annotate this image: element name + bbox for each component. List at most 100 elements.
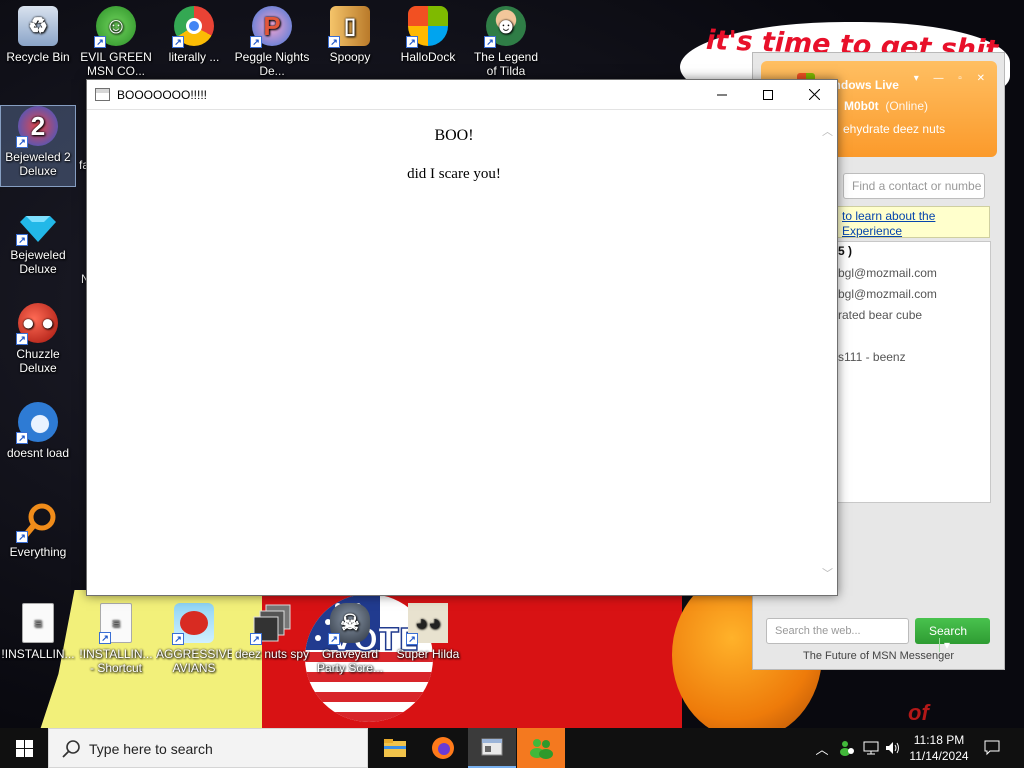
desktop-icon-label: Spoopy	[329, 50, 371, 64]
desktop-icon-label: Graveyard Party Scre...	[316, 647, 384, 675]
desktop-icon-bejeweled-2[interactable]: 2 ↗ Bejeweled 2 Deluxe	[0, 105, 76, 187]
msn-web-search-input[interactable]: Search the web...	[766, 618, 909, 644]
desktop-icon-spoopy[interactable]: ▯ ↗ Spoopy	[312, 6, 388, 64]
msn-footer[interactable]: The Future of MSN Messenger	[753, 650, 1004, 662]
taskbar-file-explorer[interactable]	[371, 728, 419, 768]
volume-icon	[886, 742, 899, 754]
desktop-icon-label: Chuzzle Deluxe	[16, 347, 60, 375]
msn-username[interactable]: M0b0t (Online)	[844, 99, 928, 113]
maximize-button[interactable]	[745, 80, 791, 109]
desktop-icon-label: HalloDock	[400, 50, 456, 64]
windows-start-icon	[15, 739, 33, 757]
msn-contact-item[interactable]: bgl@mozmail.com	[838, 287, 937, 301]
msn-contact-item[interactable]: rated bear cube	[838, 308, 922, 322]
boo-heading: BOO!	[434, 127, 474, 144]
msn-contact-item[interactable]: bgl@mozmail.com	[838, 266, 937, 280]
desktop-icon-label: AGGRESSIVE AVIANS	[156, 647, 232, 675]
msn-window-controls[interactable]: ▾ — ▫ ✕	[914, 73, 991, 84]
shortcut-arrow-icon: ↗	[16, 531, 28, 543]
chevron-up-icon: ︿	[815, 741, 829, 757]
msn-buddy-icon	[840, 741, 854, 756]
msn-banner-line2[interactable]: Experience	[842, 224, 983, 239]
desktop-icon-installing-shortcut[interactable]: ≡ ↗ !INSTALLIN... - Shortcut	[78, 603, 154, 675]
diamond-icon: ↗	[16, 204, 58, 246]
taskbar: Type here to search ︿ 11:18 PM 11/14/202…	[0, 728, 1024, 768]
msn-online-status: (Online)	[885, 99, 929, 113]
file-explorer-icon	[384, 739, 406, 757]
tray-volume[interactable]	[883, 728, 903, 768]
desktop-icon-super-hilda[interactable]: ◕◕ ↗ Super Hilda	[390, 603, 466, 661]
shortcut-arrow-icon: ↗	[16, 136, 28, 148]
taskbar-firefox[interactable]	[419, 728, 467, 768]
desktop-icon-label: Super Hilda	[396, 647, 460, 661]
desktop-icon-chuzzle[interactable]: ● ● ↗ Chuzzle Deluxe	[0, 303, 76, 375]
scare-message: did I scare you!	[407, 166, 501, 182]
msn-info-banner[interactable]: to learn about the Experience	[833, 206, 990, 238]
minimize-button[interactable]	[699, 80, 745, 109]
desktop-icon-installing[interactable]: ≡ !INSTALLIN...	[0, 603, 76, 661]
msn-find-contact-input[interactable]: Find a contact or numbe	[843, 173, 985, 199]
window-app-icon	[481, 738, 503, 756]
recycle-bin-icon: ♻	[18, 6, 58, 46]
document-icon: ≡	[22, 603, 54, 643]
desktop-icon-peggle-nights[interactable]: P ↗ Peggle Nights De...	[234, 6, 310, 78]
shortcut-arrow-icon: ↗	[172, 36, 184, 48]
tilda-icon: ☻ ↗	[484, 6, 526, 48]
search-icon	[62, 740, 80, 758]
msn-banner-line1[interactable]: to learn about the	[842, 209, 983, 224]
tray-show-hidden-icons[interactable]: ︿	[812, 728, 832, 768]
thunderbird-icon: ↗	[16, 402, 58, 444]
vertical-scrollbar[interactable]: ︿ ﹀	[819, 111, 837, 595]
scroll-up-icon[interactable]: ︿	[822, 123, 834, 138]
close-button[interactable]	[791, 80, 837, 109]
chrome-icon: ↗	[172, 6, 214, 48]
desktop-icon-evil-green-msn[interactable]: ☺ ↗ EVIL GREEN MSN CO...	[78, 6, 154, 78]
taskbar-clock[interactable]: 11:18 PM 11/14/2024	[902, 732, 976, 764]
desktop-icon-literally[interactable]: ↗ literally ...	[156, 6, 232, 64]
desktop-icon-deez-nuts-spy[interactable]: ↗ deez nuts spy	[234, 603, 310, 661]
maximize-icon	[763, 89, 773, 100]
windows-logo-icon: ↗	[406, 6, 448, 48]
desktop-icon-graveyard-party[interactable]: ☠ ↗ Graveyard Party Scre...	[312, 603, 388, 675]
taskbar-search-box[interactable]: Type here to search	[48, 728, 368, 768]
desktop-icon-doesnt-load[interactable]: ↗ doesnt load	[0, 402, 76, 460]
desktop-icon-bejeweled[interactable]: ↗ Bejeweled Deluxe	[0, 204, 76, 276]
desktop-icon-label: literally ...	[168, 50, 220, 64]
shortcut-arrow-icon: ↗	[484, 36, 496, 48]
scroll-down-icon[interactable]: ﹀	[822, 565, 834, 580]
msn-contact-item[interactable]: s111 - beenz	[838, 350, 906, 364]
desktop-icon-label: Bejeweled Deluxe	[10, 248, 66, 276]
msn-search-button[interactable]: Search ▾	[915, 618, 990, 652]
robot-icon: ☠ ↗	[328, 603, 370, 645]
app-window-icon	[95, 88, 110, 101]
window-titlebar[interactable]: BOOOOOOO!!!!!	[87, 80, 837, 110]
desktop-icon-label: deez nuts spy	[234, 647, 310, 661]
notification-center-button[interactable]	[980, 728, 1004, 768]
bejeweled2-icon: 2 ↗	[16, 106, 58, 148]
close-icon	[808, 89, 820, 100]
desktop-icon-recycle-bin[interactable]: ♻ Recycle Bin	[0, 6, 76, 64]
shortcut-arrow-icon: ↗	[16, 333, 28, 345]
desktop-icon-label: Recycle Bin	[6, 50, 70, 64]
desktop-icon-label: The Legend of Tilda	[473, 50, 539, 78]
taskbar-active-window[interactable]	[468, 728, 516, 768]
tray-network[interactable]	[861, 728, 881, 768]
msn-personal-message[interactable]: ehydrate deez nuts	[843, 122, 945, 136]
desktop-icon-everything[interactable]: ↗ Everything	[0, 501, 76, 559]
msn-username-text: M0b0t	[844, 99, 879, 113]
network-icon	[863, 741, 879, 755]
msn-contact-list[interactable]: 5 ) bgl@mozmail.com bgl@mozmail.com rate…	[831, 241, 991, 503]
msn-group-header[interactable]: 5 )	[838, 244, 852, 258]
window-content: BOO! did I scare you! ︿ ﹀	[87, 111, 837, 595]
start-button[interactable]	[0, 728, 48, 768]
desktop-icon-aggressive-avians[interactable]: ↗ AGGRESSIVE AVIANS	[156, 603, 232, 675]
msn-buddy-icon	[530, 739, 553, 759]
tray-msn-status[interactable]	[836, 728, 858, 768]
desktop-icon-hallodock[interactable]: ↗ HalloDock	[390, 6, 466, 64]
desktop-icon-legend-of-tilda[interactable]: ☻ ↗ The Legend of Tilda	[468, 6, 544, 78]
desktop-icon-label: !INSTALLIN... - Shortcut	[79, 647, 153, 675]
shortcut-arrow-icon: ↗	[16, 234, 28, 246]
shortcut-arrow-icon: ↗	[406, 633, 418, 645]
boo-window[interactable]: BOOOOOOO!!!!! BOO! did I scare you! ︿ ﹀	[86, 79, 838, 596]
taskbar-msn[interactable]	[517, 728, 565, 768]
